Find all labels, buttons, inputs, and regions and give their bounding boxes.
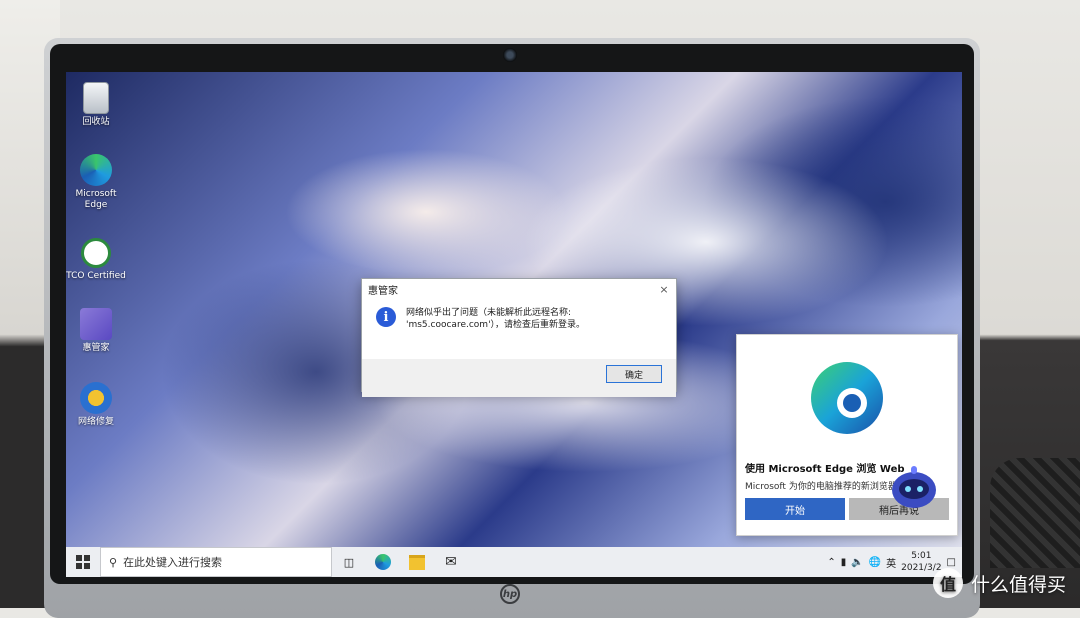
dialog-footer: 确定 <box>362 359 676 397</box>
network-repair-icon <box>80 382 112 414</box>
edge-icon <box>80 154 112 186</box>
taskbar: ⚲ 在此处键入进行搜索 ◫ ✉ ⌃ ▮ 🔈 🌐 英 5:01 2021/3/2 … <box>66 547 962 577</box>
watermark-logo: 值 <box>932 568 963 598</box>
close-icon[interactable]: × <box>652 283 676 296</box>
tco-certified-icon <box>81 238 111 268</box>
task-view-icon: ◫ <box>343 555 355 569</box>
brand-logo: hp <box>500 584 520 604</box>
desktop-icon-huiguanjia[interactable]: 惠管家 <box>66 308 126 354</box>
site-watermark: 值 什么值得买 <box>932 568 1066 598</box>
error-dialog: 惠管家 × i 网络似乎出了问题（未能解析此远程名称: 'ms5.coocare… <box>361 278 677 397</box>
taskbar-mail[interactable]: ✉ <box>434 547 468 577</box>
edge-logo <box>737 335 957 460</box>
taskbar-edge[interactable] <box>366 547 400 577</box>
watermark-text: 什么值得买 <box>970 573 1066 596</box>
cable <box>990 458 1080 568</box>
desktop-screen: 回收站 Microsoft Edge TCO Certified 惠管家 网络修… <box>66 72 962 577</box>
desktop-icon-network-repair[interactable]: 网络修复 <box>66 382 126 428</box>
desktop-icon-edge[interactable]: Microsoft Edge <box>66 154 126 211</box>
assistant-robot-icon[interactable] <box>886 460 942 516</box>
desktop-icon-label: Microsoft Edge <box>75 189 117 210</box>
desktop-icon-tco[interactable]: TCO Certified <box>66 238 126 282</box>
taskbar-search[interactable]: ⚲ 在此处键入进行搜索 <box>100 547 332 577</box>
network-icon[interactable]: 🌐 <box>869 557 881 568</box>
dialog-titlebar: 惠管家 × <box>362 279 676 299</box>
battery-icon[interactable]: ▮ <box>841 557 847 568</box>
dialog-body: i 网络似乎出了问题（未能解析此远程名称: 'ms5.coocare.com'）… <box>362 299 676 359</box>
desktop-icon-label: TCO Certified <box>66 271 126 281</box>
windows-icon <box>76 555 90 569</box>
dialog-title: 惠管家 <box>368 285 398 297</box>
folder-icon <box>409 554 425 570</box>
start-menu-button[interactable] <box>66 547 100 577</box>
start-button[interactable]: 开始 <box>745 498 845 520</box>
recycle-bin-icon <box>83 82 109 114</box>
edge-icon <box>375 554 391 570</box>
search-icon: ⚲ <box>109 555 118 569</box>
clock-time: 5:01 <box>911 551 932 561</box>
desktop-icon-label: 回收站 <box>82 117 110 127</box>
desktop-icon-recycle-bin[interactable]: 回收站 <box>66 82 126 128</box>
dialog-message: 网络似乎出了问题（未能解析此远程名称: 'ms5.coocare.com'），请… <box>406 308 586 330</box>
chevron-up-icon[interactable]: ⌃ <box>827 557 835 568</box>
huiguanjia-icon <box>80 308 112 340</box>
speaker-icon[interactable]: 🔈 <box>851 557 863 568</box>
webcam <box>503 48 517 62</box>
robot-icon <box>892 466 936 508</box>
search-placeholder: 在此处键入进行搜索 <box>123 556 223 569</box>
task-view-button[interactable]: ◫ <box>332 547 366 577</box>
input-language[interactable]: 英 <box>886 555 896 570</box>
taskbar-file-explorer[interactable] <box>400 547 434 577</box>
info-icon: i <box>376 307 396 327</box>
notification-icon[interactable]: □ <box>947 557 956 568</box>
mail-icon: ✉ <box>445 554 457 570</box>
desktop-icon-label: 惠管家 <box>82 343 110 353</box>
edge-logo-icon <box>811 361 883 434</box>
ok-button[interactable]: 确定 <box>606 365 662 383</box>
desktop-icon-label: 网络修复 <box>77 417 114 427</box>
